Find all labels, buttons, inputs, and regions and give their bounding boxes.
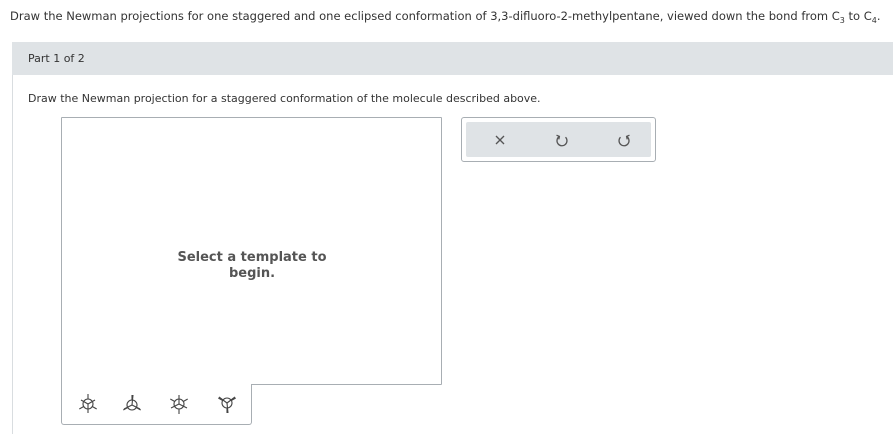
question-text: Draw the Newman projections for one stag… xyxy=(10,9,881,25)
newman-eclipsed-template-icon[interactable] xyxy=(121,393,143,415)
editor-toolbar xyxy=(461,117,656,162)
toolbar-button-group xyxy=(466,122,651,157)
close-icon[interactable] xyxy=(491,131,509,149)
undo-icon[interactable] xyxy=(553,131,571,149)
drawing-canvas[interactable]: Select a template to begin. xyxy=(61,117,442,385)
part-divider xyxy=(12,75,13,434)
redo-icon[interactable] xyxy=(615,131,633,149)
part-label: Part 1 of 2 xyxy=(28,52,85,65)
newman-eclipsed-alt-template-icon[interactable] xyxy=(216,393,238,415)
question-middle: to C xyxy=(844,9,872,23)
part-header: Part 1 of 2 xyxy=(12,42,893,75)
question-prefix: Draw the Newman projections for one stag… xyxy=(10,9,840,23)
part-prompt: Draw the Newman projection for a stagger… xyxy=(28,92,541,105)
question-suffix: . xyxy=(876,9,881,23)
canvas-message-line-1: Select a template to xyxy=(177,250,327,265)
canvas-placeholder-message: Select a template to begin. xyxy=(62,250,442,282)
newman-staggered-alt-template-icon[interactable] xyxy=(168,393,190,415)
template-bar xyxy=(61,384,252,425)
newman-staggered-template-icon[interactable] xyxy=(77,393,99,415)
canvas-message-line-2: begin. xyxy=(228,266,276,281)
